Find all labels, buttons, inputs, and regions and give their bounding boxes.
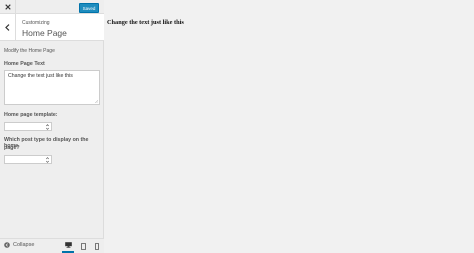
collapse-label: Collapse <box>13 242 35 248</box>
save-button[interactable]: Saved <box>79 3 99 13</box>
site-preview: Change the text just like this <box>104 0 474 253</box>
collapse-icon <box>4 242 10 248</box>
section-header: Customizing Home Page <box>0 14 104 41</box>
resize-handle-icon[interactable] <box>95 100 98 103</box>
customizer-footer: Collapse <box>0 238 104 253</box>
back-button[interactable] <box>0 14 16 40</box>
desktop-icon <box>64 242 72 248</box>
section-sub-label: Customizing <box>22 20 50 26</box>
customizer-sidebar: Saved Customizing Home Page Modify the H… <box>0 0 104 253</box>
close-button[interactable] <box>0 0 16 14</box>
home-page-text-label: Home Page Text <box>4 61 45 67</box>
close-icon <box>4 4 11 10</box>
chevron-updown-icon <box>46 124 49 130</box>
post-type-label-line2: page? <box>4 145 20 151</box>
device-tablet-button[interactable] <box>77 239 89 253</box>
preview-home-text: Change the text just like this <box>107 19 184 26</box>
device-mobile-button[interactable] <box>91 239 103 253</box>
device-desktop-button[interactable] <box>62 239 74 253</box>
home-page-text-value: Change the text just like this <box>8 73 73 79</box>
customizer-header: Saved <box>0 0 104 14</box>
post-type-select[interactable] <box>4 155 52 164</box>
home-page-text-input[interactable]: Change the text just like this <box>4 70 100 105</box>
chevron-left-icon <box>5 23 10 31</box>
chevron-updown-icon <box>46 157 49 163</box>
section-description: Modify the Home Page <box>4 48 55 54</box>
tablet-icon <box>80 242 86 250</box>
home-page-template-select[interactable] <box>4 122 52 131</box>
mobile-icon <box>95 242 99 250</box>
collapse-button[interactable]: Collapse <box>4 242 34 248</box>
home-page-template-label: Home page template: <box>4 112 58 118</box>
section-title: Home Page <box>22 28 67 38</box>
